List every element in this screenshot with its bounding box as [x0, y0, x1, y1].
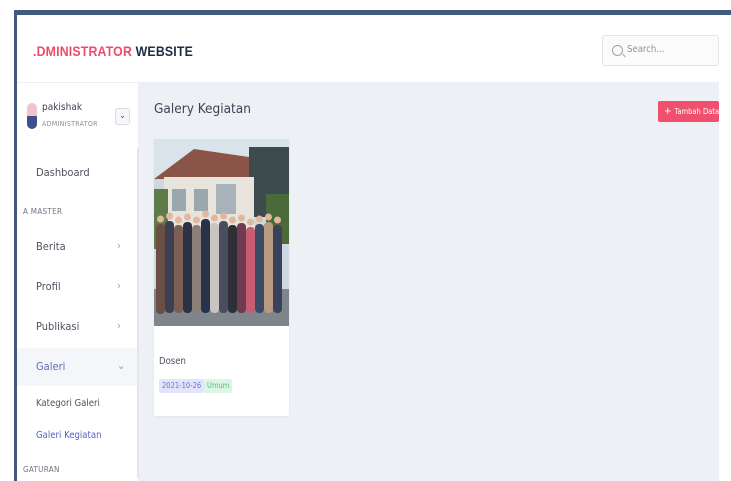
date-badge: 2021-10-26 [159, 379, 205, 393]
chevron-down-icon: ⌄ [117, 359, 126, 372]
chevron-right-icon: › [117, 239, 121, 252]
search-icon [612, 45, 623, 56]
sidebar-item-label: Profil [36, 280, 61, 293]
chevron-right-icon: › [117, 319, 121, 332]
sidebar-subitem-galeri-kegiatan[interactable]: Galeri Kegiatan [36, 430, 102, 441]
user-name: pakishak [42, 102, 83, 113]
sidebar-item-label: Publikasi [36, 320, 80, 333]
sidebar-item-galeri[interactable]: Galeri ⌄ [17, 348, 137, 386]
chevron-right-icon: › [117, 279, 121, 292]
user-menu-button[interactable]: ⌄ [115, 108, 130, 125]
card-title: Dosen [159, 356, 186, 367]
add-data-button[interactable]: + Tambah Data [658, 101, 719, 122]
gallery-photo[interactable] [154, 139, 289, 326]
search-input[interactable]: Search... [602, 35, 719, 66]
sidebar-item-publikasi[interactable]: Publikasi › [17, 308, 137, 346]
main-content: Galery Kegiatan + Tambah Data Dosen 2021… [139, 83, 719, 481]
chevron-down-icon: ⌄ [119, 111, 126, 121]
category-badge: Umum [204, 379, 233, 393]
gallery-card[interactable]: Dosen 2021-10-26 Umum [154, 139, 289, 416]
page-title: Galery Kegiatan [154, 101, 251, 117]
sidebar-item-label: Galeri [36, 360, 66, 373]
brand-main-text: WEBSITE [132, 43, 193, 59]
plus-icon: + [664, 106, 672, 117]
sidebar-item-label: Dashboard [36, 166, 90, 179]
add-data-label: Tambah Data [674, 107, 719, 116]
sidebar-item-profil[interactable]: Profil › [17, 268, 137, 306]
brand-accent-text: .DMINISTRATOR [33, 43, 133, 59]
user-panel: pakishak ADMINISTRATOR ⌄ [17, 83, 139, 149]
sidebar: pakishak ADMINISTRATOR ⌄ Dashboard A MAS… [17, 83, 139, 481]
group-photo-image [154, 139, 289, 326]
sidebar-section-master: A MASTER [23, 207, 63, 216]
search-placeholder: Search... [627, 44, 665, 55]
sidebar-subitem-kategori-galeri[interactable]: Kategori Galeri [36, 398, 100, 409]
sidebar-item-label: Berita [36, 240, 66, 253]
user-role: ADMINISTRATOR [42, 120, 98, 128]
sidebar-section-settings: GATURAN [23, 465, 60, 474]
top-header: .DMINISTRATOR WEBSITE Search... [17, 15, 719, 83]
sidebar-item-berita[interactable]: Berita › [17, 228, 137, 266]
avatar [27, 103, 37, 129]
site-brand[interactable]: .DMINISTRATOR WEBSITE [33, 43, 193, 59]
app-window: .DMINISTRATOR WEBSITE Search... pakishak… [0, 0, 731, 481]
sidebar-item-dashboard[interactable]: Dashboard [17, 154, 137, 192]
